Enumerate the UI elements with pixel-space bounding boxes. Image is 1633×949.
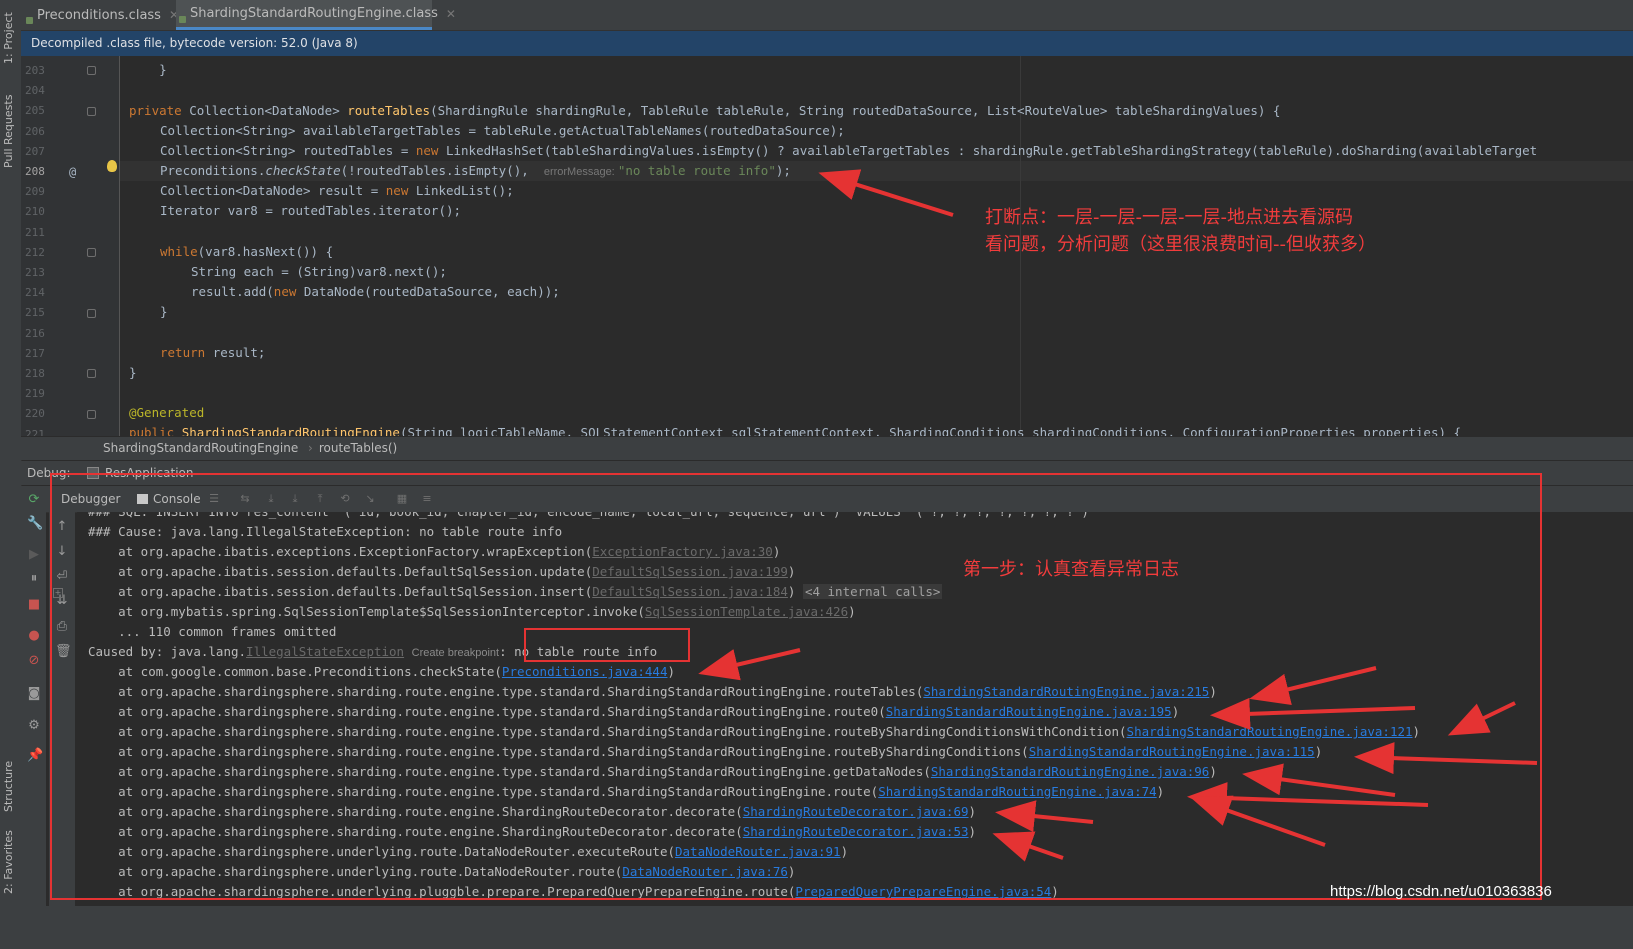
arrow-to-preconditions — [698, 648, 801, 681]
arrow-to-route — [1187, 782, 1429, 815]
arrow-to-route-extra — [1190, 795, 1326, 847]
arrow-to-route-by-conditions-with-condition — [1447, 701, 1516, 736]
arrow-to-decorate-69 — [995, 800, 1094, 833]
arrow-to-route0 — [1210, 697, 1416, 730]
watermark: https://blog.csdn.net/u010363836 — [1330, 883, 1552, 900]
annotation-arrows — [698, 169, 1538, 862]
arrow-to-route-by-conditions — [1354, 742, 1538, 775]
arrow-to-breakpoint-line — [818, 169, 954, 217]
arrow-to-get-data-nodes — [1242, 763, 1396, 797]
arrow-to-decorate-53 — [992, 831, 1064, 862]
arrow-to-route-tables — [1249, 666, 1377, 705]
